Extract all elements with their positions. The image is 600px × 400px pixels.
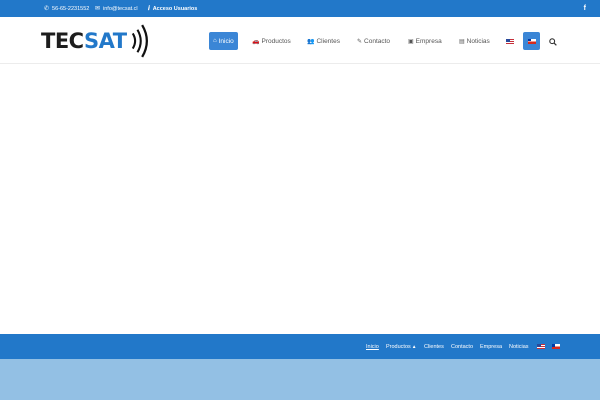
footer-link-clientes[interactable]: Clientes: [424, 334, 444, 359]
phone-contact[interactable]: ✆ 56-65-2231552: [44, 0, 89, 17]
top-bar: ✆ 56-65-2231552 ✉ info@tecsat.cl 𝒊 Acces…: [0, 0, 600, 17]
nav-item-inicio[interactable]: ⌂ Inicio: [209, 32, 238, 50]
footer-language-en[interactable]: [537, 334, 545, 359]
footer-link-inicio[interactable]: Inicio: [366, 334, 379, 359]
caret-up-icon: ▴: [412, 343, 416, 350]
language-en-button[interactable]: [502, 32, 518, 50]
site-header: TECSAT ⌂ Inicio 🚗 Productos 👥 Clientes ✎…: [0, 17, 600, 64]
facebook-icon[interactable]: f: [584, 0, 586, 17]
main-nav: ⌂ Inicio 🚗 Productos 👥 Clientes ✎ Contac…: [0, 32, 600, 50]
chile-flag-icon: [527, 38, 536, 44]
envelope-icon: ✉: [95, 5, 101, 12]
user-access-label: Acceso Usuarios: [152, 5, 198, 12]
footer-link-productos[interactable]: Productos ▴: [386, 334, 416, 359]
email-address: info@tecsat.cl: [103, 5, 138, 12]
footer-link-empresa[interactable]: Empresa: [480, 334, 502, 359]
footer-nav-bar: Inicio Productos ▴ Clientes Contacto Emp…: [0, 334, 600, 359]
nav-item-empresa[interactable]: ▣ Empresa: [404, 32, 446, 50]
users-icon: 👥: [307, 38, 315, 45]
user-access-link[interactable]: 𝒊 Acceso Usuarios: [148, 0, 197, 17]
search-icon[interactable]: [549, 38, 557, 46]
footer-link-contacto[interactable]: Contacto: [451, 334, 473, 359]
chile-flag-icon: [552, 344, 560, 349]
email-contact[interactable]: ✉ info@tecsat.cl: [95, 0, 138, 17]
phone-icon: ✆: [44, 5, 50, 12]
footer-link-noticias[interactable]: Noticias: [509, 334, 529, 359]
building-icon: ▣: [408, 38, 414, 45]
language-es-button[interactable]: [523, 32, 540, 50]
nav-item-contacto[interactable]: ✎ Contacto: [353, 32, 394, 50]
footer-language-es[interactable]: [552, 334, 560, 359]
page: ✆ 56-65-2231552 ✉ info@tecsat.cl 𝒊 Acces…: [0, 0, 600, 400]
us-flag-icon: [537, 344, 545, 349]
home-icon: ⌂: [213, 38, 217, 44]
phone-number: 56-65-2231552: [52, 5, 90, 12]
us-flag-icon: [506, 38, 514, 44]
nav-item-clientes[interactable]: 👥 Clientes: [303, 32, 344, 50]
document-icon: ▤: [459, 38, 465, 45]
info-icon: 𝒊: [148, 5, 150, 12]
car-icon: 🚗: [252, 38, 260, 45]
nav-item-noticias[interactable]: ▤ Noticias: [455, 32, 494, 50]
nav-item-productos[interactable]: 🚗 Productos: [248, 32, 295, 50]
edit-icon: ✎: [357, 38, 363, 45]
bottom-band: [0, 359, 600, 400]
